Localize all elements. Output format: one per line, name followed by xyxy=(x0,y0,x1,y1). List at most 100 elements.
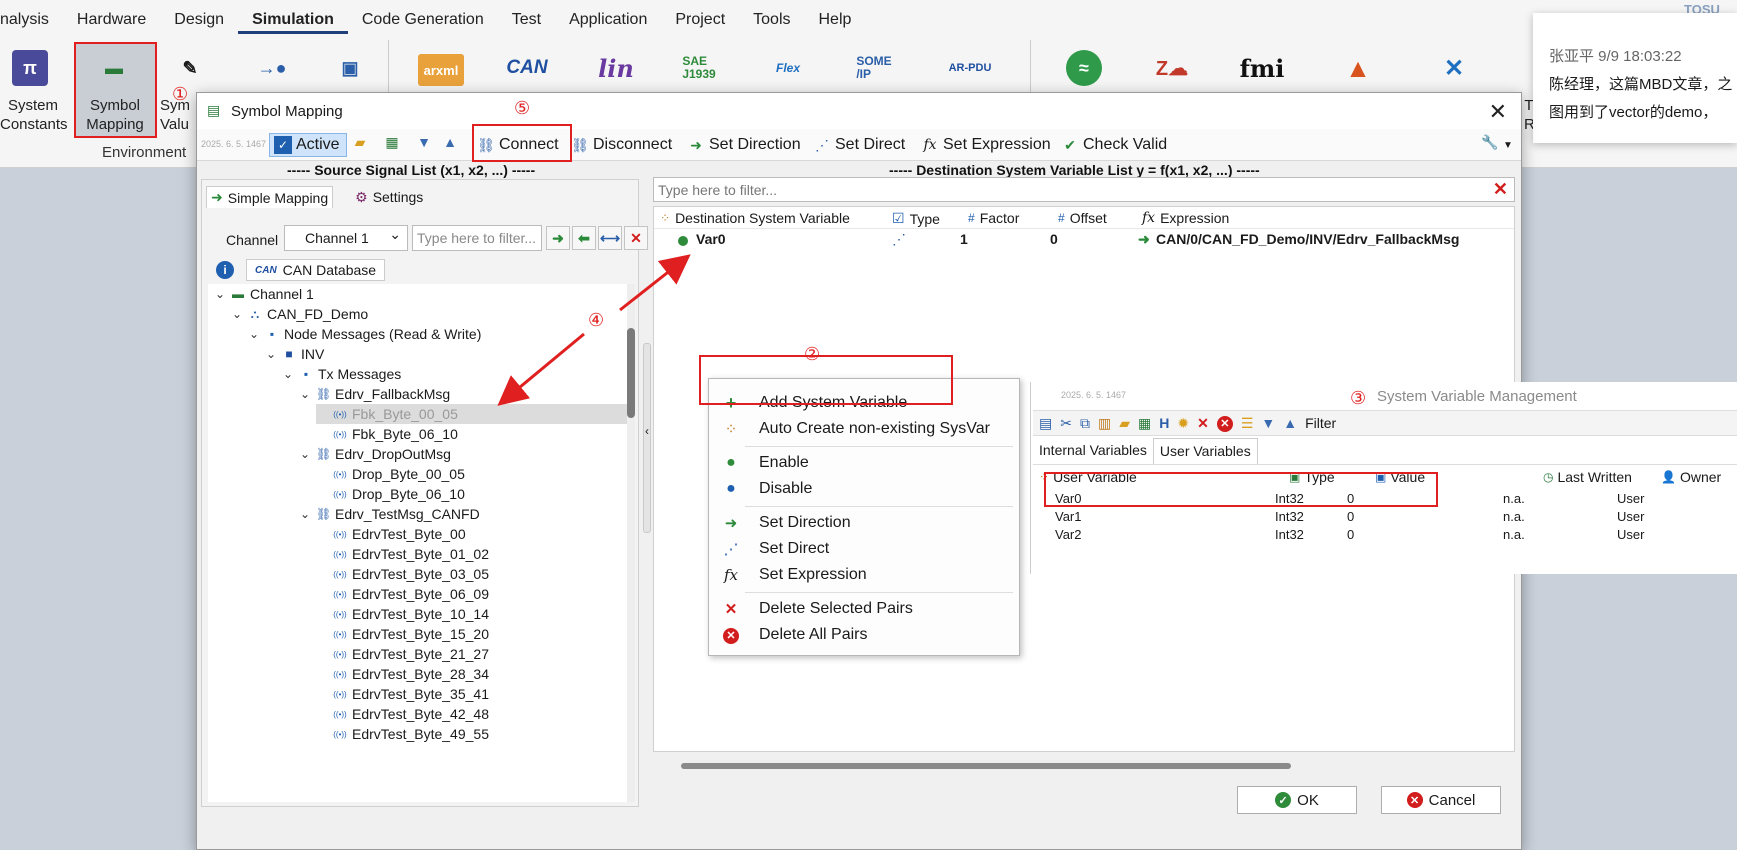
active-toggle[interactable]: ✓ Active xyxy=(269,133,347,157)
col-factor[interactable]: # Factor xyxy=(968,210,1019,226)
dest-filter-input[interactable]: Type here to filter... ✕ xyxy=(653,177,1515,202)
menu-set-direct[interactable]: ⋰ Set Direct xyxy=(719,537,830,561)
tree-node[interactable]: ⌄ ⛓ Edrv_TestMsg_CANFD xyxy=(299,504,480,524)
map-left-button[interactable]: ⬅ xyxy=(572,226,596,250)
chevron-down-icon[interactable]: ⌄ xyxy=(299,447,311,461)
menu-auto-create[interactable]: ⁘ Auto Create non-existing SysVar xyxy=(719,417,990,441)
source-filter-input[interactable]: Type here to filter... xyxy=(412,225,542,251)
tab-settings[interactable]: ⚙ Settings xyxy=(351,186,427,208)
map-right-button[interactable]: ➜ xyxy=(546,226,570,250)
flexray-icon[interactable]: Flex xyxy=(766,48,810,88)
fmi-icon[interactable]: fmi xyxy=(1240,48,1285,88)
menu-tools[interactable]: Tools xyxy=(739,8,804,34)
tree-node[interactable]: ⌄ ▪ Node Messages (Read & Write) xyxy=(248,324,481,344)
channel-select[interactable]: Channel 1 xyxy=(284,225,408,251)
paste-icon[interactable]: ▥ xyxy=(1098,415,1111,432)
tree-signal-item[interactable]: ((•)) EdrvTest_Byte_21_27 xyxy=(316,644,489,664)
dest-horizontal-scrollbar[interactable] xyxy=(681,763,1291,769)
tree-signal-item[interactable]: ((•)) EdrvTest_Byte_10_14 xyxy=(316,604,489,624)
menu-hardware[interactable]: Hardware xyxy=(63,8,160,34)
menu-application[interactable]: Application xyxy=(555,8,661,34)
menu-project[interactable]: Project xyxy=(661,8,739,34)
tree-node[interactable]: ⌄ ⛬ CAN_FD_Demo xyxy=(231,304,368,324)
chevron-down-icon[interactable]: ⌄ xyxy=(265,347,277,361)
chevron-down-icon[interactable]: ⌄ xyxy=(231,307,243,321)
arrow-up-icon[interactable]: ▲ xyxy=(1283,415,1297,431)
check-valid-button[interactable]: ✔ Check Valid xyxy=(1061,133,1167,157)
system-constants-button[interactable]: System Constants xyxy=(0,96,68,134)
satellite-icon[interactable]: ✕ xyxy=(1432,48,1476,88)
lin-icon[interactable]: lin xyxy=(594,48,638,88)
set-direct-button[interactable]: ⋰ Set Direct xyxy=(813,133,905,157)
red-x-icon[interactable]: ✕ xyxy=(1197,415,1209,432)
arrow-dot-icon[interactable]: →● xyxy=(250,48,294,88)
menu-delete-selected[interactable]: ✕ Delete Selected Pairs xyxy=(719,597,913,621)
menu-help[interactable]: Help xyxy=(805,8,866,34)
clear-filter-icon[interactable]: ✕ xyxy=(1493,179,1508,199)
sv-name[interactable]: Var2 xyxy=(1055,527,1082,542)
tree-node[interactable]: ⌄ ■ INV xyxy=(265,344,324,364)
col-dest-var[interactable]: ⁘ Destination System Variable xyxy=(660,210,850,226)
arpdu-icon[interactable]: AR-PDU xyxy=(944,48,996,88)
comment-popup[interactable]: 张亚平 9/9 18:03:22 陈经理，这篇MBD文章，之 图用到了vecto… xyxy=(1533,13,1737,143)
tree-signal-item[interactable]: ((•)) EdrvTest_Byte_00 xyxy=(316,524,465,544)
tab-can-database[interactable]: CAN CAN Database xyxy=(246,259,386,281)
tab-user-variables[interactable]: User Variables xyxy=(1152,438,1258,464)
menu-simulation[interactable]: Simulation xyxy=(238,8,348,34)
ok-button[interactable]: ✓ OK xyxy=(1237,786,1357,814)
col-last-written[interactable]: ◷ Last Written xyxy=(1543,469,1632,485)
arrow-down-icon[interactable]: ▼ xyxy=(1261,415,1275,431)
tree-node[interactable]: ⌄ ⛓ Edrv_FallbackMsg xyxy=(299,384,450,404)
map-both-button[interactable]: ⟷ xyxy=(598,226,622,250)
sae-j1939-icon[interactable]: SAE J1939 xyxy=(677,48,721,88)
chevron-down-icon[interactable]: ⌄ xyxy=(248,327,260,341)
tree-signal-item[interactable]: ((•)) Fbk_Byte_06_10 xyxy=(316,424,458,444)
menu-disable[interactable]: ● Disable xyxy=(719,477,812,501)
menu-design[interactable]: Design xyxy=(160,8,238,34)
chevron-down-icon[interactable]: ⌄ xyxy=(299,507,311,521)
copy-icon[interactable]: ⧉ xyxy=(1080,415,1090,432)
chevron-down-icon[interactable]: ⌄ xyxy=(299,387,311,401)
menu-code-generation[interactable]: Code Generation xyxy=(348,8,498,34)
tree-signal-item[interactable]: ((•)) Drop_Byte_06_10 xyxy=(316,484,465,504)
folder-open-icon[interactable]: ▰ xyxy=(1119,415,1130,432)
tree-signal-item[interactable]: ((•)) EdrvTest_Byte_03_05 xyxy=(316,564,489,584)
list-icon[interactable]: ☰ xyxy=(1241,415,1254,432)
window-icon[interactable]: ▣ xyxy=(328,48,372,88)
tree-signal-item[interactable]: ((•)) EdrvTest_Byte_35_41 xyxy=(316,684,489,704)
set-expression-button[interactable]: fx Set Expression xyxy=(921,133,1050,157)
tree-signal-item[interactable]: ((•)) EdrvTest_Byte_01_02 xyxy=(316,544,489,564)
col-owner[interactable]: 👤 Owner xyxy=(1661,469,1721,485)
tree-signal-item[interactable]: ((•)) EdrvTest_Byte_15_20 xyxy=(316,624,489,644)
col-expression[interactable]: fx Expression xyxy=(1142,210,1229,226)
col-type[interactable]: ☑ Type xyxy=(892,210,940,227)
tree-signal-item[interactable]: ((•)) Drop_Byte_00_05 xyxy=(316,464,465,484)
green-circle-icon[interactable]: ≈ xyxy=(1066,50,1102,86)
cog-icon[interactable]: ✹ xyxy=(1177,415,1189,432)
save-icon[interactable]: ▦ xyxy=(383,133,401,151)
set-direction-button[interactable]: ➜ Set Direction xyxy=(687,133,800,157)
arrow-down-icon[interactable]: ▼ xyxy=(415,133,433,151)
tree-node[interactable]: ⌄ ▪ Tx Messages xyxy=(282,364,401,384)
someip-icon[interactable]: SOME /IP xyxy=(852,48,896,88)
svm-filter-label[interactable]: Filter xyxy=(1305,415,1336,431)
menu-test[interactable]: Test xyxy=(498,8,555,34)
tree-signal-item[interactable]: ((•)) Fbk_Byte_00_05 xyxy=(316,404,630,424)
h-icon[interactable]: H xyxy=(1159,415,1169,431)
tree-signal-item[interactable]: ((•)) EdrvTest_Byte_28_34 xyxy=(316,664,489,684)
menu-set-expression[interactable]: fx Set Expression xyxy=(719,563,867,587)
can-icon[interactable]: CAN xyxy=(505,48,549,88)
matlab-icon[interactable]: ▲ xyxy=(1336,48,1380,88)
tree-scrollbar-thumb[interactable] xyxy=(627,328,635,418)
tree-signal-item[interactable]: ((•)) EdrvTest_Byte_49_55 xyxy=(316,724,489,744)
clear-filter-button[interactable]: ✕ xyxy=(624,226,648,250)
wrench-icon[interactable]: 🔧 xyxy=(1481,133,1499,151)
panel-splitter[interactable]: ‹ xyxy=(643,343,651,533)
save-icon[interactable]: ▦ xyxy=(1138,415,1151,432)
chevron-down-icon[interactable]: ⌄ xyxy=(214,287,226,301)
tree-node[interactable]: ⌄ ▬ Channel 1 xyxy=(214,284,314,304)
menu-delete-all[interactable]: ✕ Delete All Pairs xyxy=(719,623,868,647)
tab-internal-variables[interactable]: Internal Variables xyxy=(1033,438,1153,464)
cloud-icon[interactable]: Z☁ xyxy=(1150,48,1194,88)
chevron-down-icon[interactable]: ▼ xyxy=(1503,133,1513,157)
